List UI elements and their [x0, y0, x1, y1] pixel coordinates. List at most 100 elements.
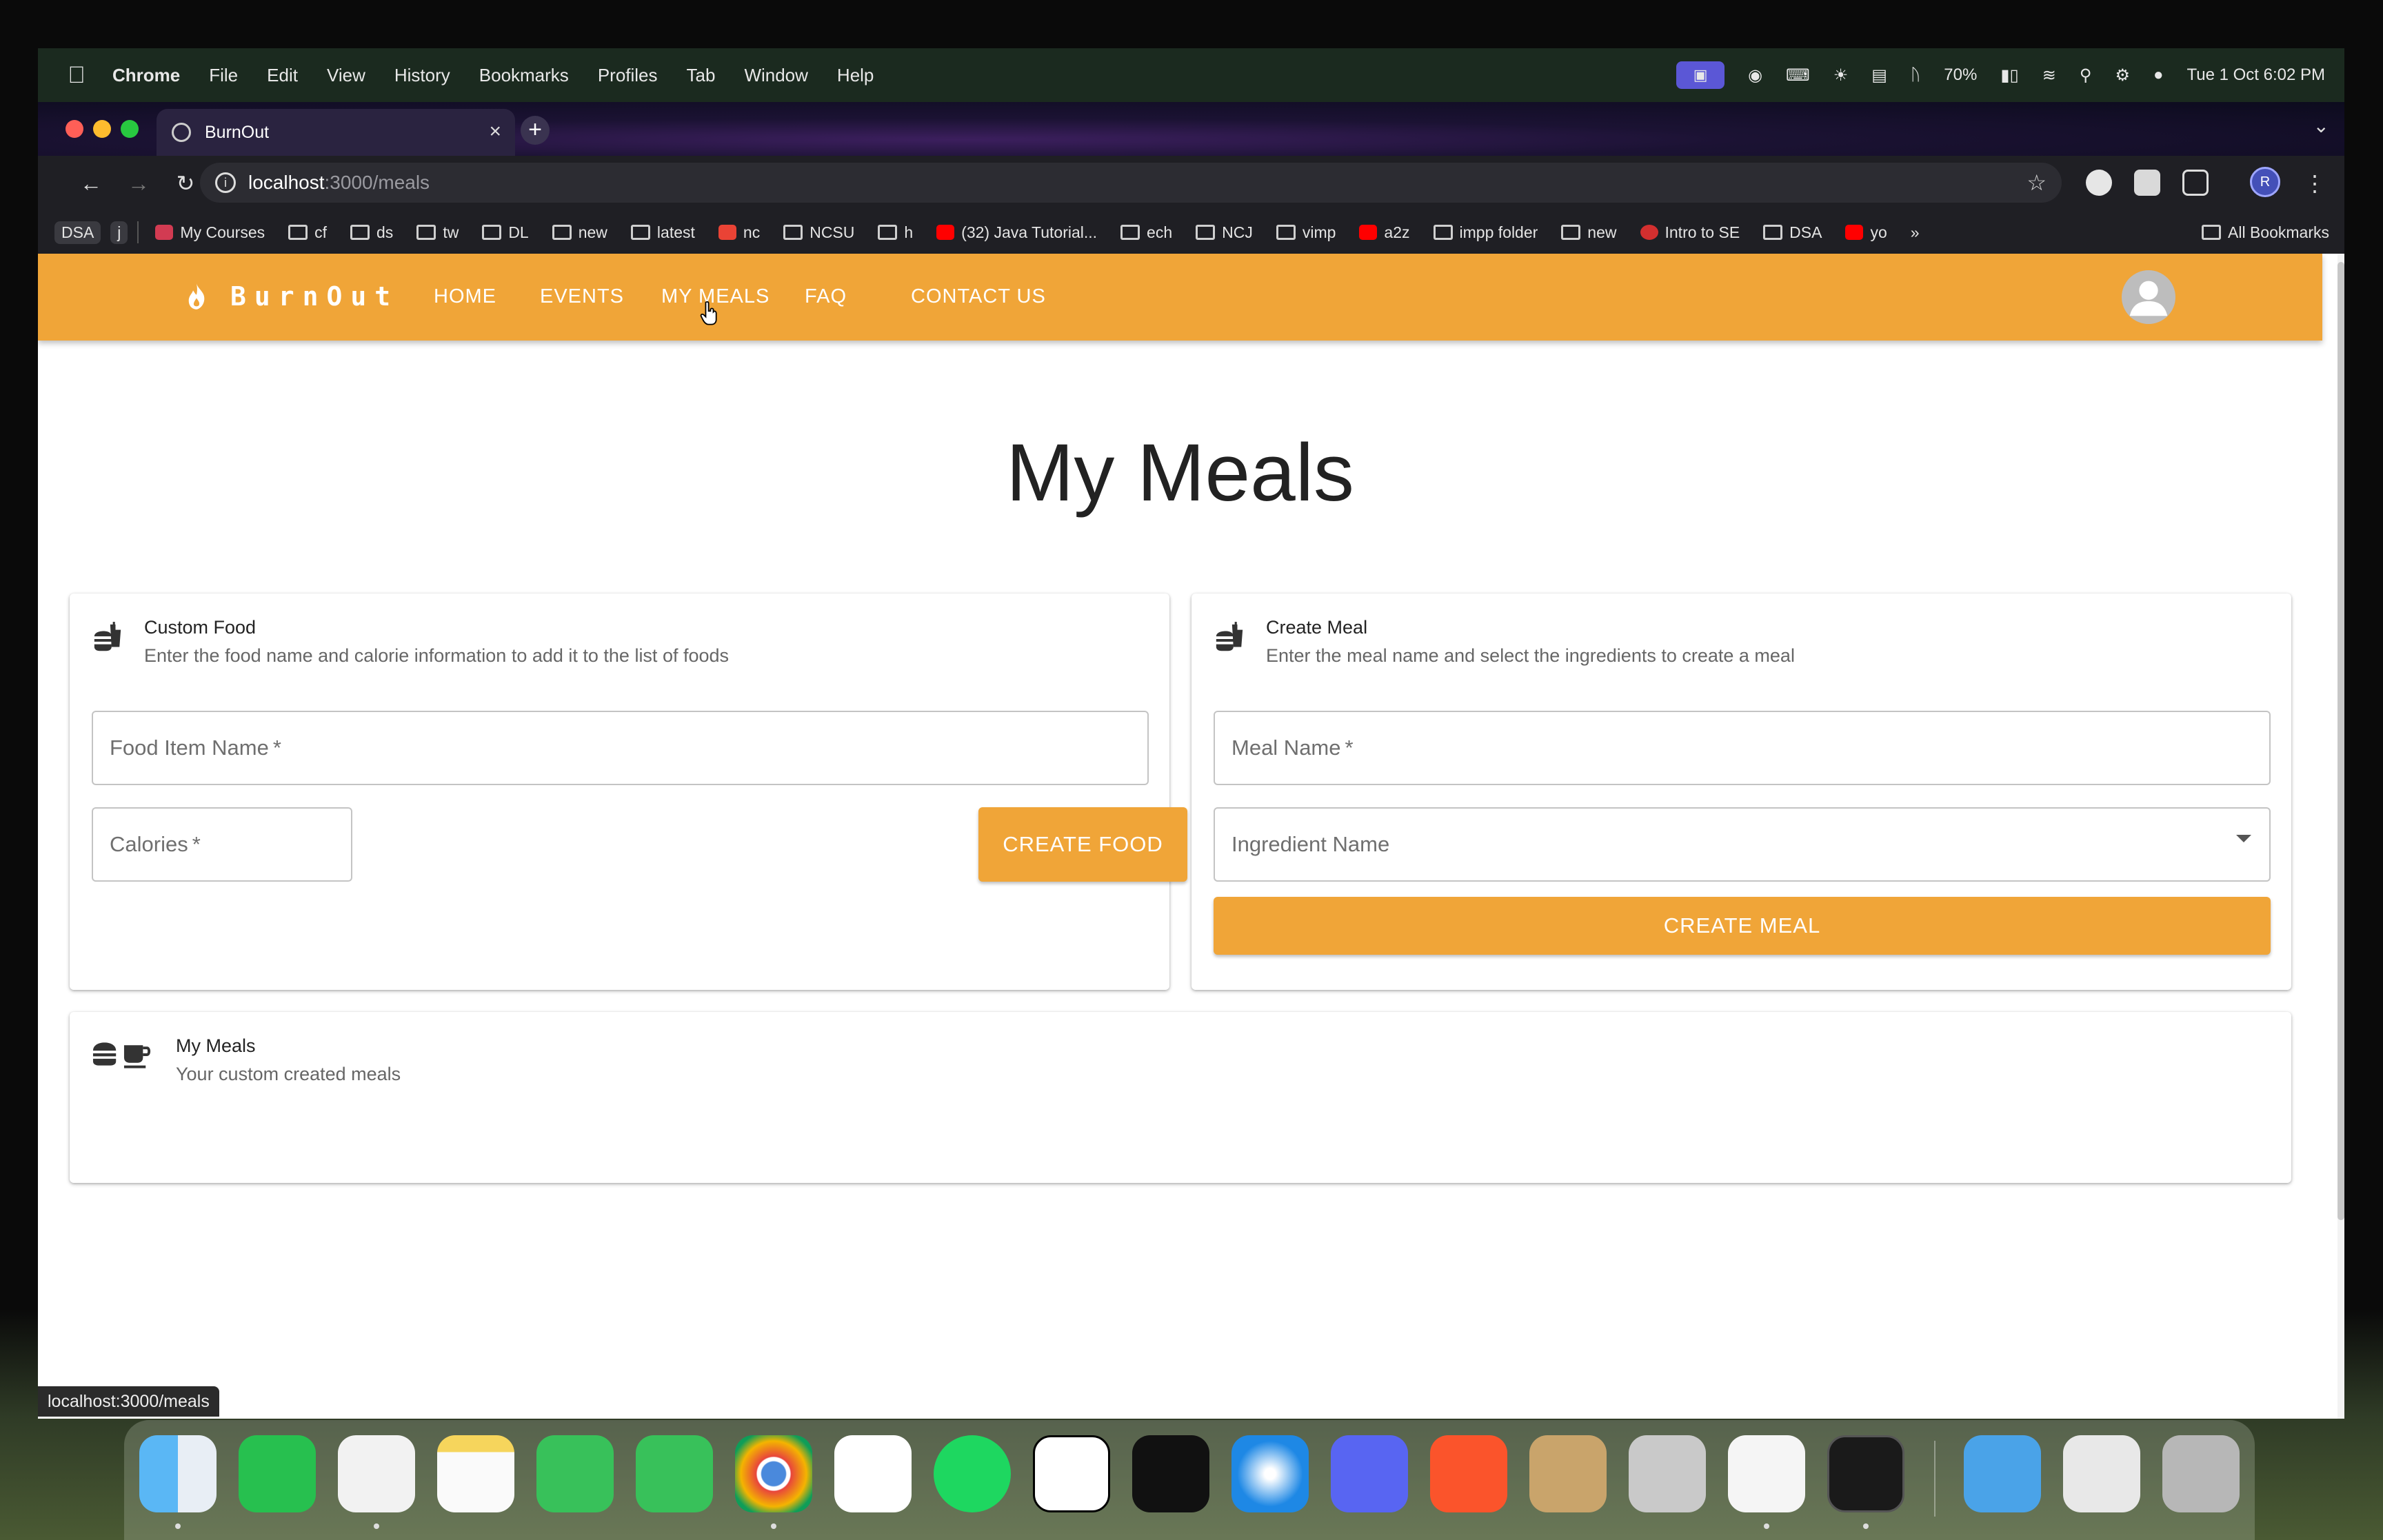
bookmark-item[interactable]: a2z [1359, 223, 1410, 242]
bookmark-folder[interactable]: new [552, 223, 607, 242]
finder-icon[interactable] [139, 1435, 217, 1512]
bluetooth-icon[interactable]: ᚢ [1911, 65, 1920, 85]
menu-file[interactable]: File [209, 65, 238, 86]
user-avatar[interactable] [2122, 270, 2175, 324]
brave-icon[interactable] [1430, 1435, 1507, 1512]
bookmark-folder[interactable]: h [878, 223, 913, 242]
address-bar[interactable]: i localhost:3000/meals ☆ [200, 163, 2062, 203]
nav-contact-us[interactable]: CONTACT US [911, 285, 1046, 308]
menu-history[interactable]: History [394, 65, 450, 86]
bookmarks-overflow-button[interactable]: » [1911, 223, 1920, 242]
trash-icon[interactable] [2162, 1435, 2240, 1512]
discord-icon[interactable] [1331, 1435, 1408, 1512]
menubar-clock[interactable]: Tue 1 Oct 6:02 PM [2186, 65, 2325, 85]
whatsapp-icon[interactable] [239, 1435, 316, 1512]
battery-icon[interactable]: ▮▯ [2000, 65, 2018, 85]
notes-icon[interactable] [437, 1435, 514, 1512]
tab-burnout[interactable]: BurnOut × [157, 109, 515, 156]
page-scrollbar-thumb[interactable] [2337, 262, 2344, 1220]
tab-close-icon[interactable]: × [489, 120, 501, 143]
appletv-icon[interactable] [1132, 1435, 1209, 1512]
bookmark-folder[interactable]: impp folder [1433, 223, 1538, 242]
chrome-menu-kebab-icon[interactable]: ⋮ [2300, 168, 2330, 199]
brand-logo[interactable]: BurnOut [186, 281, 399, 312]
tab-search-chevron-icon[interactable]: ⌄ [2313, 114, 2329, 137]
bookmark-label: latest [656, 223, 695, 241]
wifi-icon[interactable]: ≋ [2042, 65, 2056, 85]
bookmark-item[interactable]: DSA [54, 221, 101, 244]
bookmark-folder[interactable]: DSA [1763, 223, 1822, 242]
notion-icon[interactable] [1033, 1435, 1110, 1512]
menu-profiles[interactable]: Profiles [598, 65, 658, 86]
safari-icon[interactable] [1231, 1435, 1309, 1512]
screen-share-icon[interactable]: ▣ [1676, 61, 1725, 89]
bookmark-item[interactable]: My Courses [155, 223, 265, 242]
new-tab-button[interactable]: + [521, 116, 550, 145]
window-zoom-button[interactable] [121, 120, 139, 138]
site-info-icon[interactable]: i [215, 172, 236, 193]
bookmark-folder[interactable]: NCJ [1196, 223, 1253, 242]
bookmark-item[interactable]: j [110, 221, 128, 244]
terminal-icon[interactable] [1827, 1435, 1904, 1512]
facetime-icon[interactable] [536, 1435, 614, 1512]
calories-input[interactable]: Calories * [92, 807, 352, 882]
bookmark-item[interactable]: nc [718, 223, 760, 242]
extensions-puzzle-icon[interactable] [2182, 170, 2209, 196]
record-icon[interactable]: ◉ [1748, 65, 1762, 85]
profile-avatar-button[interactable]: R [2250, 167, 2280, 197]
bookmark-folder[interactable]: new [1561, 223, 1617, 242]
menu-tab[interactable]: Tab [687, 65, 716, 86]
nav-home[interactable]: HOME [434, 285, 496, 308]
bookmark-star-icon[interactable]: ☆ [2027, 170, 2047, 196]
menu-window[interactable]: Window [744, 65, 807, 86]
siri-icon[interactable]: ● [2153, 65, 2164, 85]
food-item-name-input[interactable]: Food Item Name * [92, 711, 1149, 785]
bookmark-folder[interactable]: tw [416, 223, 459, 242]
iphone-mirroring-icon[interactable] [1629, 1435, 1706, 1512]
create-food-button[interactable]: CREATE FOOD [978, 807, 1187, 882]
reload-icon[interactable]: ↻ [170, 168, 201, 199]
meal-name-input[interactable]: Meal Name * [1214, 711, 2271, 785]
spotlight-search-icon[interactable]: ⚲ [2080, 65, 2092, 85]
folder-icon[interactable] [1964, 1435, 2041, 1512]
chrome-icon[interactable] [735, 1435, 812, 1512]
apple-menu-icon[interactable]:  [64, 62, 89, 89]
bookmark-item[interactable]: Intro to SE [1640, 223, 1740, 242]
archive-utility-icon[interactable] [1529, 1435, 1607, 1512]
bookmark-item[interactable]: (32) Java Tutorial... [936, 223, 1097, 242]
brightness-icon[interactable]: ☀ [1833, 65, 1849, 85]
vscode-icon[interactable] [338, 1435, 415, 1512]
bookmark-folder[interactable]: NCSU [783, 223, 854, 242]
bookmark-item[interactable]: yo [1845, 223, 1887, 242]
bookmark-folder[interactable]: vimp [1276, 223, 1336, 242]
spotify-icon[interactable] [934, 1435, 1011, 1512]
menu-edit[interactable]: Edit [267, 65, 298, 86]
textedit-icon[interactable] [1728, 1435, 1805, 1512]
back-arrow-icon[interactable]: ← [76, 168, 106, 199]
pdf-document-icon[interactable] [2063, 1435, 2140, 1512]
nav-events[interactable]: EVENTS [540, 285, 624, 308]
menu-app-chrome[interactable]: Chrome [112, 65, 180, 86]
forward-arrow-icon[interactable]: → [123, 168, 154, 199]
messages-icon[interactable] [636, 1435, 713, 1512]
keyboard-icon[interactable]: ⌨ [1786, 65, 1810, 85]
menu-bookmarks[interactable]: Bookmarks [479, 65, 569, 86]
control-center-icon[interactable]: ⚙ [2115, 65, 2130, 85]
bookmark-folder[interactable]: DL [482, 223, 529, 242]
ingredient-name-select[interactable]: Ingredient Name [1214, 807, 2271, 882]
menu-view[interactable]: View [327, 65, 365, 86]
extension-pen-icon[interactable] [2134, 170, 2160, 196]
nav-faq[interactable]: FAQ [805, 285, 847, 308]
bookmark-folder[interactable]: cf [288, 223, 327, 242]
all-bookmarks-button[interactable]: All Bookmarks [2202, 211, 2329, 254]
todoist-icon[interactable] [834, 1435, 912, 1512]
window-minimize-button[interactable] [93, 120, 111, 138]
display-icon[interactable]: ▤ [1871, 65, 1887, 85]
window-close-button[interactable] [66, 120, 83, 138]
bookmark-folder[interactable]: latest [630, 223, 695, 242]
extension-sync-icon[interactable] [2086, 170, 2112, 196]
menu-help[interactable]: Help [837, 65, 874, 86]
bookmark-folder[interactable]: ech [1120, 223, 1172, 242]
create-meal-button[interactable]: CREATE MEAL [1214, 897, 2271, 955]
bookmark-folder[interactable]: ds [350, 223, 393, 242]
